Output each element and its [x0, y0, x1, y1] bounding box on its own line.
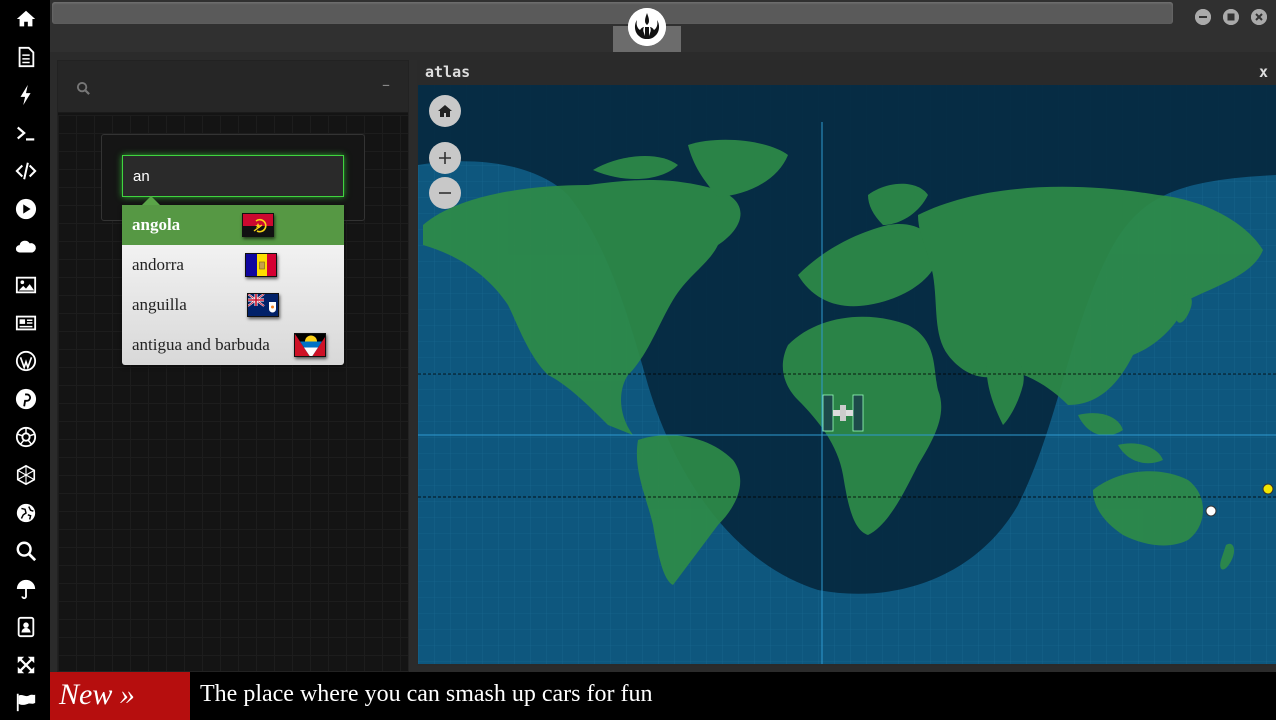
aperture-icon[interactable] [14, 425, 38, 449]
rebel-alliance-logo[interactable] [628, 8, 666, 46]
maximize-icon [1223, 9, 1239, 25]
angola-flag-icon [242, 213, 274, 237]
suggestion-label: andorra [132, 255, 184, 274]
wordpress-icon[interactable] [14, 349, 38, 373]
atlas-close-button[interactable]: x [1259, 63, 1268, 81]
anguilla-flag-icon [247, 293, 279, 317]
home-icon[interactable] [14, 7, 38, 31]
plus-icon [439, 152, 451, 164]
search-panel-header: – [58, 61, 408, 113]
title-field [52, 2, 1173, 24]
close-icon [1251, 9, 1267, 25]
world-map[interactable] [418, 85, 1276, 664]
contacts-icon[interactable] [14, 615, 38, 639]
terminal-icon[interactable] [14, 121, 38, 145]
play-icon[interactable] [14, 197, 38, 221]
location-marker[interactable] [1205, 505, 1217, 517]
sidebar [0, 0, 50, 720]
app-window: – angola andorra anguilla [0, 0, 1276, 720]
atlas-title: atlas [425, 63, 471, 81]
suggestion-label: antigua and barbuda [132, 335, 270, 354]
search-icon[interactable] [14, 539, 38, 563]
andorra-flag-icon [245, 253, 277, 277]
close-window-button[interactable] [1251, 9, 1267, 25]
zoom-in-button[interactable] [429, 142, 461, 174]
code-icon[interactable] [14, 159, 38, 183]
maximize-button[interactable] [1223, 9, 1239, 25]
minimize-icon [1195, 9, 1211, 25]
new-badge: New » [50, 672, 190, 720]
rebel-alliance-icon [628, 8, 666, 46]
globe-mesh-icon[interactable] [14, 463, 38, 487]
sun-marker[interactable] [1262, 483, 1274, 495]
document-icon[interactable] [14, 45, 38, 69]
news-ticker: New » The place where you can smash up c… [50, 672, 1276, 720]
zoom-out-button[interactable] [429, 177, 461, 209]
news-headline[interactable]: The place where you can smash up cars fo… [200, 672, 652, 720]
suggestion-antigua-and-barbuda[interactable]: antigua and barbuda [122, 325, 344, 365]
lightning-icon[interactable] [14, 83, 38, 107]
map-home-button[interactable] [429, 95, 461, 127]
home-icon [438, 105, 452, 117]
expand-icon[interactable] [14, 653, 38, 677]
title-bar [50, 0, 1276, 52]
suggestion-label: angola [132, 215, 181, 234]
suggestion-angola[interactable]: angola [122, 205, 344, 245]
country-suggestion-list: angola andorra anguilla antigua and barb… [122, 196, 344, 365]
suggestion-label: anguilla [132, 295, 187, 314]
flag-icon[interactable] [14, 690, 38, 714]
cloud-icon[interactable] [14, 235, 38, 259]
minus-icon [439, 192, 451, 194]
suggestion-andorra[interactable]: andorra [122, 245, 344, 285]
suggestion-anguilla[interactable]: anguilla [122, 285, 344, 325]
minimize-button[interactable] [1195, 9, 1211, 25]
map-canvas [418, 85, 1276, 664]
country-search-input[interactable] [122, 155, 344, 197]
umbrella-icon[interactable] [14, 577, 38, 601]
newspaper-icon[interactable] [14, 311, 38, 335]
atlas-window: atlas x [417, 60, 1276, 666]
search-icon[interactable] [76, 81, 91, 96]
search-panel: – angola andorra anguilla [57, 60, 409, 672]
antigua-and-barbuda-flag-icon [294, 333, 326, 357]
image-icon[interactable] [14, 273, 38, 297]
collapse-panel-button[interactable]: – [382, 75, 390, 94]
globe-icon[interactable] [14, 501, 38, 525]
pinterest-icon[interactable] [14, 387, 38, 411]
